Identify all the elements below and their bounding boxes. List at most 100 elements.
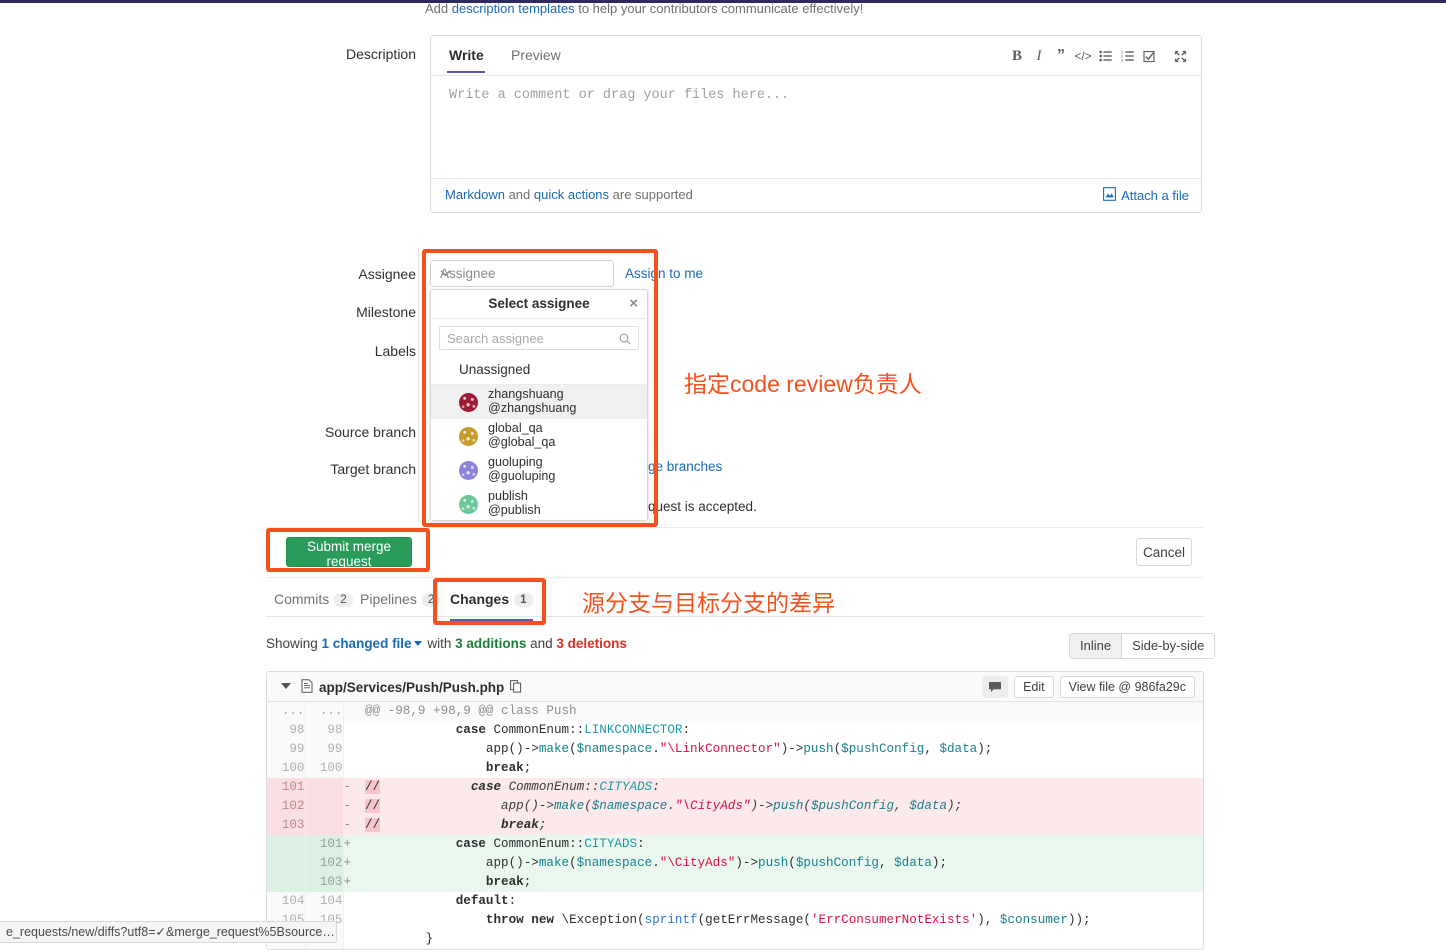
diff-row[interactable]: 104 104 default: xyxy=(267,892,1203,911)
milestone-label: Milestone xyxy=(356,304,416,320)
tab-pipelines[interactable]: Pipelines 2 xyxy=(360,591,441,607)
diff-sign xyxy=(343,721,365,740)
diff-code: app()->make($namespace."\LinkConnector")… xyxy=(365,742,993,756)
quote-icon[interactable]: ” xyxy=(1050,45,1072,67)
description-label: Description xyxy=(345,46,416,62)
chevron-down-icon xyxy=(440,266,451,277)
diff-sign: + xyxy=(343,854,365,873)
assignee-item[interactable]: global_qa @global_qa xyxy=(431,419,647,453)
fullscreen-icon[interactable] xyxy=(1169,45,1191,67)
tab-commits[interactable]: Commits 2 xyxy=(274,591,353,607)
description-textarea[interactable]: Write a comment or drag your files here.… xyxy=(449,88,789,103)
diff-new-line-number xyxy=(305,778,344,797)
diff-row[interactable]: 105 105 throw new \Exception(sprintf(getE… xyxy=(267,911,1203,930)
markdown-link[interactable]: Markdown xyxy=(445,187,505,202)
dropdown-item-unassigned[interactable]: Unassigned xyxy=(431,356,647,384)
diff-row[interactable]: 102 + app()->make($namespace."\CityAds")-… xyxy=(267,854,1203,873)
diff-row[interactable]: 103 + break; xyxy=(267,873,1203,892)
avatar xyxy=(459,392,478,412)
diff-row[interactable]: 101 + case CommonEnum::CITYADS: xyxy=(267,835,1203,854)
diff-sign xyxy=(343,702,365,721)
attach-a-file-button[interactable]: Attach a file xyxy=(1103,187,1189,204)
chevron-down-icon-files[interactable] xyxy=(413,641,422,646)
assignee-item-names: zhangshuang @zhangshuang xyxy=(488,388,576,415)
target-branch-label: Target branch xyxy=(330,461,416,477)
assignee-dropdown: Select assignee × Unassigned zhangshuang… xyxy=(430,289,648,521)
tab-pipelines-badge: 2 xyxy=(421,593,441,607)
avatar xyxy=(459,494,478,514)
numbered-list-icon[interactable]: 123 xyxy=(1116,45,1138,67)
diff-code: // break; xyxy=(365,816,1203,835)
changed-file-dropdown[interactable]: 1 changed file xyxy=(322,636,412,651)
edit-file-button[interactable]: Edit xyxy=(1014,676,1054,698)
task-list-icon[interactable] xyxy=(1138,45,1160,67)
diff-sign: - xyxy=(343,816,365,835)
diff-new-line-number xyxy=(305,797,344,816)
search-assignee-input[interactable] xyxy=(439,326,639,350)
assignee-item-name: zhangshuang xyxy=(488,387,564,402)
description-templates-link[interactable]: description templates xyxy=(452,1,575,16)
deletions-count: 3 deletions xyxy=(556,636,627,651)
diff-old-line-number: ... xyxy=(267,702,306,721)
changes-summary: Showing 1 changed file with 3 additions … xyxy=(266,636,627,651)
diff-row[interactable]: 101 -// case CommonEnum::CITYADS: xyxy=(267,778,1203,797)
diff-old-line-number xyxy=(267,835,306,854)
collapse-file-icon[interactable] xyxy=(281,683,291,689)
file-icon xyxy=(301,679,313,696)
view-side-by-side-button[interactable]: Side-by-side xyxy=(1121,634,1215,658)
diff-old-line-number: 102 xyxy=(267,797,306,816)
diff-row[interactable]: ...... @@ -98,9 +98,9 @@ class Push xyxy=(267,702,1203,721)
assignee-item-name: guoluping xyxy=(488,455,543,470)
diff-row[interactable]: 100 100 break; xyxy=(267,759,1203,778)
tab-changes[interactable]: Changes 1 xyxy=(450,591,533,621)
diff-row[interactable]: 103 -// break; xyxy=(267,816,1203,835)
diff-code: @@ -98,9 +98,9 @@ class Push xyxy=(365,702,1203,721)
change-branches-link[interactable]: ge branches xyxy=(648,459,722,474)
tab-commits-badge: 2 xyxy=(334,593,353,607)
diff-new-line-number: 101 xyxy=(305,835,344,854)
diff-code: case CommonEnum::CITYADS: xyxy=(365,835,1203,854)
assignee-item[interactable]: zhangshuang @zhangshuang xyxy=(431,385,647,419)
diff-row[interactable]: 102 -// app()->make($namespace."\CityAds"… xyxy=(267,797,1203,816)
additions-count: 3 additions xyxy=(455,636,527,651)
diff-code: case CommonEnum::LINKCONNECTOR: xyxy=(455,723,690,737)
assignee-list: zhangshuang @zhangshuang global_qa @global_… xyxy=(431,385,647,520)
diff-file-card: app/Services/Push/Push.php Edit View fil… xyxy=(266,671,1204,950)
bold-icon[interactable]: B xyxy=(1006,45,1028,67)
copy-path-icon[interactable] xyxy=(510,679,522,696)
editor-footer: Markdown and quick actions are supported… xyxy=(431,178,1201,212)
tab-write[interactable]: Write xyxy=(447,47,485,73)
diff-old-line-number: 104 xyxy=(267,892,306,911)
close-icon[interactable]: × xyxy=(629,290,638,318)
assign-to-me-link[interactable]: Assign to me xyxy=(625,266,703,281)
assignee-item[interactable]: guoluping @guoluping xyxy=(431,453,647,487)
diff-file-path: app/Services/Push/Push.php xyxy=(319,680,505,695)
diff-row[interactable]: 98 98 case CommonEnum::LINKCONNECTOR: xyxy=(267,721,1203,740)
italic-icon[interactable]: I xyxy=(1028,45,1050,67)
view-inline-button[interactable]: Inline xyxy=(1070,634,1122,658)
code-icon[interactable]: </> xyxy=(1072,45,1094,67)
assignee-item-handle: @guoluping xyxy=(488,469,556,483)
cancel-button[interactable]: Cancel xyxy=(1136,538,1192,566)
diff-code: app()->make($namespace."\CityAds")->push… xyxy=(365,854,1203,873)
comment-icon[interactable] xyxy=(982,676,1009,698)
diff-table: ...... @@ -98,9 +98,9 @@ class Push 98 98 c… xyxy=(267,702,1203,949)
form-divider xyxy=(418,247,419,522)
diff-code: default: xyxy=(455,894,517,908)
annotation-text-assignee: 指定code review负责人 xyxy=(684,371,922,397)
bullet-list-icon[interactable] xyxy=(1094,45,1116,67)
tab-preview[interactable]: Preview xyxy=(511,47,561,63)
diff-row[interactable]: 99 99 app()->make($namespace."\LinkConnec… xyxy=(267,740,1203,759)
diff-old-line-number: 101 xyxy=(267,778,306,797)
diff-code: break; xyxy=(485,761,532,775)
submit-merge-request-button[interactable]: Submit merge request xyxy=(286,537,412,569)
assignee-select[interactable]: Assignee xyxy=(430,260,614,287)
diff-sign: + xyxy=(343,835,365,854)
assignee-item-handle: @global_qa xyxy=(488,435,556,449)
diff-old-line-number: 99 xyxy=(267,740,306,759)
avatar xyxy=(459,426,478,446)
quick-actions-link[interactable]: quick actions xyxy=(534,187,609,202)
assignee-item[interactable]: publish @publish xyxy=(431,487,647,520)
view-file-button[interactable]: View file @ 986fa29c xyxy=(1059,676,1195,698)
diff-sign xyxy=(343,911,365,930)
